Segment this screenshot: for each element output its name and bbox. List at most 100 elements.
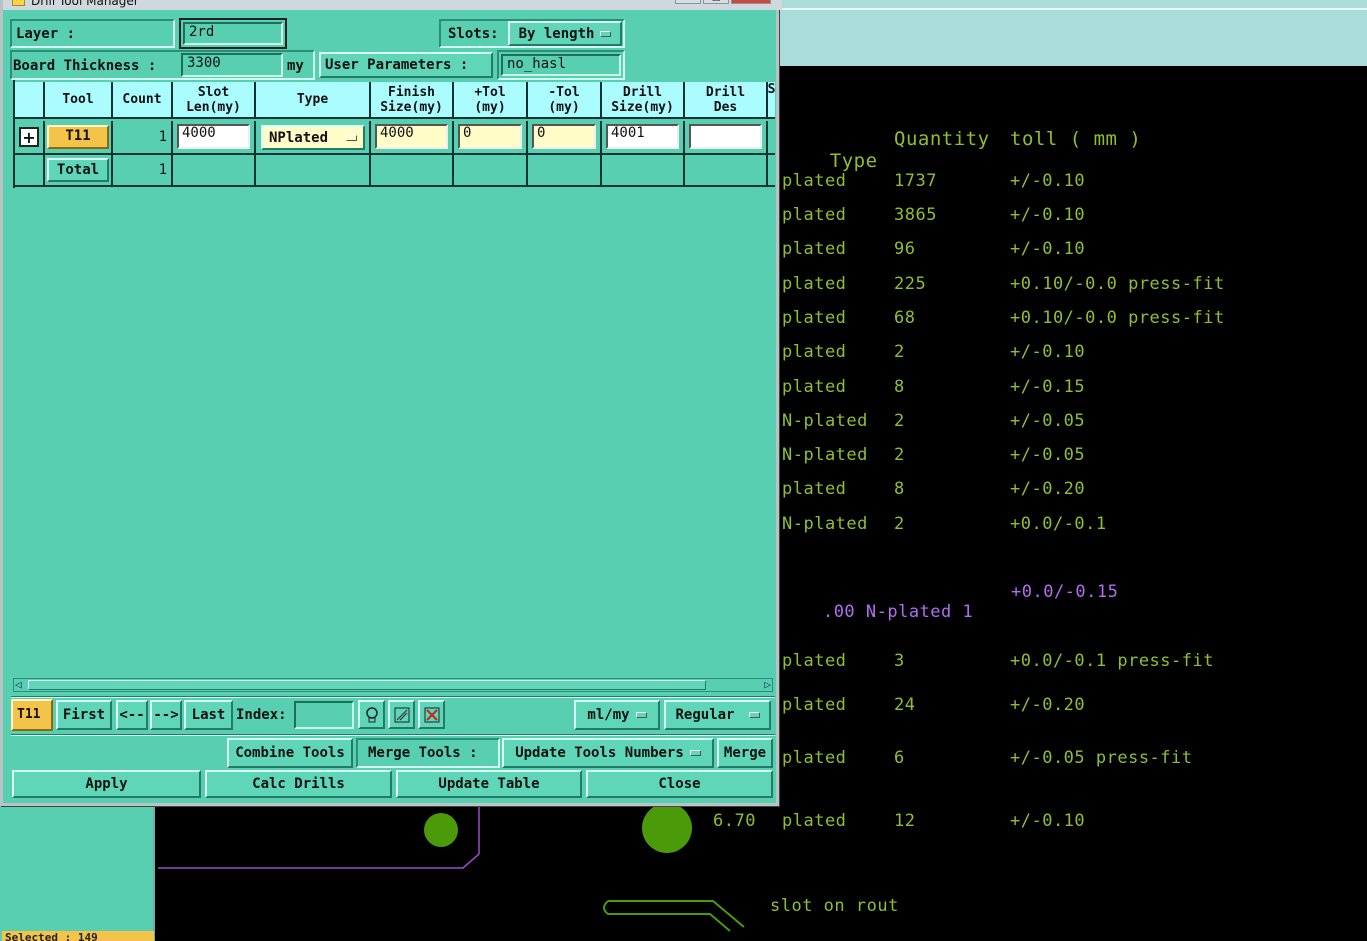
drill-row-qty: 8 xyxy=(894,377,905,397)
close-button[interactable]: Close xyxy=(586,770,773,798)
drill-row-tol: +/-0.05 xyxy=(1010,445,1086,465)
drill-row-qty: 68 xyxy=(894,308,916,328)
board-thickness-label: Board Thickness : xyxy=(13,58,157,74)
type-dropdown[interactable]: NPlated xyxy=(261,125,365,150)
column-header[interactable]: -Tol (my) xyxy=(528,82,602,119)
total-cell xyxy=(454,155,528,187)
column-header[interactable]: Drill Size(my) xyxy=(602,82,685,119)
drill-row-qty: 1737 xyxy=(894,171,937,191)
drill-size-input[interactable]: 4001 xyxy=(606,124,679,149)
minus-tol-input[interactable]: 0 xyxy=(532,124,596,149)
drill-row-type: plated xyxy=(782,205,847,225)
column-header[interactable]: Slot Len(my) xyxy=(173,82,256,119)
drill-row-tol: +0.10/-0.0 press-fit xyxy=(1010,308,1225,328)
total-count-cell: 1 xyxy=(113,155,173,187)
type-value: NPlated xyxy=(269,129,329,146)
purple-row-text: .00 N-plated 1 xyxy=(822,602,974,622)
drill-row-qty: 2 xyxy=(894,445,905,465)
background-divider xyxy=(780,8,1367,10)
slots-dropdown[interactable]: By length xyxy=(508,21,622,46)
user-parameters-button[interactable]: User Parameters : xyxy=(319,52,493,78)
drill-row-qty: 2 xyxy=(894,514,905,534)
update-tools-numbers-dropdown[interactable]: Update Tools Numbers xyxy=(502,738,714,768)
drill-row-purple: .00 N-plated 1 xyxy=(780,582,973,642)
finish-size-input[interactable]: 4000 xyxy=(375,124,448,149)
column-header[interactable]: Tool xyxy=(45,82,113,119)
highlight-button[interactable] xyxy=(358,700,385,729)
column-header[interactable]: Count xyxy=(113,82,173,119)
column-header-line: Type xyxy=(296,92,329,107)
tool-button[interactable]: T11 xyxy=(47,125,109,149)
column-header-line: Drill xyxy=(705,84,746,100)
drill-row-type: plated xyxy=(782,308,847,328)
scroll-right-icon[interactable]: ▷ xyxy=(764,679,771,691)
mode-dropdown[interactable]: Regular xyxy=(664,700,771,730)
drill-row-type: plated xyxy=(782,239,847,259)
index-input[interactable] xyxy=(294,701,354,729)
minus-tol-cell: 0 xyxy=(528,121,602,155)
plus-tol-input[interactable]: 0 xyxy=(458,124,522,149)
layer-input[interactable]: 2rd xyxy=(183,22,283,45)
slot-len-input[interactable]: 4000 xyxy=(177,124,250,149)
drill-row-type: plated xyxy=(782,695,847,715)
dropdown-indicator-icon xyxy=(689,750,701,756)
column-header-line: S xyxy=(768,82,775,97)
column-header-line: (my) xyxy=(474,99,506,115)
combine-tools-button[interactable]: Combine Tools xyxy=(227,738,353,768)
update-tools-numbers-value: Update Tools Numbers xyxy=(515,745,684,761)
total-blank-cell xyxy=(15,155,45,187)
minimize-button[interactable]: – xyxy=(675,0,701,4)
user-parameters-label: User Parameters : xyxy=(325,57,469,73)
layer-label: Layer : xyxy=(16,26,76,42)
drill-row-qty: 24 xyxy=(894,695,916,715)
last-row-type: plated xyxy=(782,811,847,831)
drill-row-type: plated xyxy=(782,377,847,397)
separator xyxy=(11,734,775,736)
dropdown-indicator-icon xyxy=(748,712,760,718)
scroll-left-icon[interactable]: ◁ xyxy=(15,679,22,691)
drill-row-tol: +/-0.15 xyxy=(1010,377,1086,397)
column-header[interactable]: +Tol (my) xyxy=(454,82,528,119)
expand-cell: + xyxy=(15,121,45,155)
apply-button[interactable]: Apply xyxy=(12,770,201,798)
column-header[interactable]: Drill Des xyxy=(685,82,768,119)
scrollbar-thumb[interactable] xyxy=(28,680,706,690)
last-button[interactable]: Last xyxy=(184,700,233,730)
close-window-button[interactable]: ✕ xyxy=(731,0,771,4)
maximize-button[interactable]: □ xyxy=(703,0,729,4)
expand-icon[interactable]: + xyxy=(19,127,39,147)
column-header[interactable]: Finish Size(my) xyxy=(371,82,454,119)
horizontal-scrollbar[interactable]: ◁ ▷ xyxy=(13,678,773,692)
calc-drills-button[interactable]: Calc Drills xyxy=(205,770,392,798)
prev-button[interactable]: <-- xyxy=(116,700,148,730)
next-button[interactable]: --> xyxy=(150,700,182,730)
first-button[interactable]: First xyxy=(56,700,112,730)
drill-des-input[interactable] xyxy=(689,124,762,149)
dropdown-indicator-icon xyxy=(600,30,612,37)
user-parameters-input[interactable]: no_hasl xyxy=(501,54,621,76)
delete-button[interactable] xyxy=(418,700,445,729)
layer-label-box: Layer : xyxy=(10,19,175,48)
column-header-line: -Tol xyxy=(548,84,580,100)
selected-count: Selected : 149 xyxy=(2,931,154,941)
drill-row-type: N-plated xyxy=(782,445,868,465)
column-header[interactable]: S xyxy=(768,82,775,119)
merge-button[interactable]: Merge xyxy=(717,738,773,768)
drill-row-tol: +/-0.20 xyxy=(1010,695,1086,715)
column-header[interactable]: Type xyxy=(256,82,371,119)
update-table-button[interactable]: Update Table xyxy=(396,770,582,798)
board-thickness-input[interactable]: 3300 xyxy=(181,53,283,77)
column-header-line: Size(my) xyxy=(611,99,674,115)
drill-row-type: plated xyxy=(782,479,847,499)
total-label: Total xyxy=(47,158,109,182)
window-title: Drill Tool Manager xyxy=(31,0,139,8)
select-icon xyxy=(394,707,409,722)
drill-row-qty: 6 xyxy=(894,748,905,768)
purple-row-tol: +0.0/-0.15 xyxy=(1011,582,1119,602)
drill-row-tol: +/-0.05 xyxy=(1010,411,1086,431)
drill-row-tol: +/-0.10 xyxy=(1010,239,1086,259)
units-dropdown[interactable]: ml/my xyxy=(574,700,660,730)
last-row-tol: +/-0.10 xyxy=(1010,811,1086,831)
drill-row-tol: +/-0.10 xyxy=(1010,342,1086,362)
select-button[interactable] xyxy=(388,700,415,729)
